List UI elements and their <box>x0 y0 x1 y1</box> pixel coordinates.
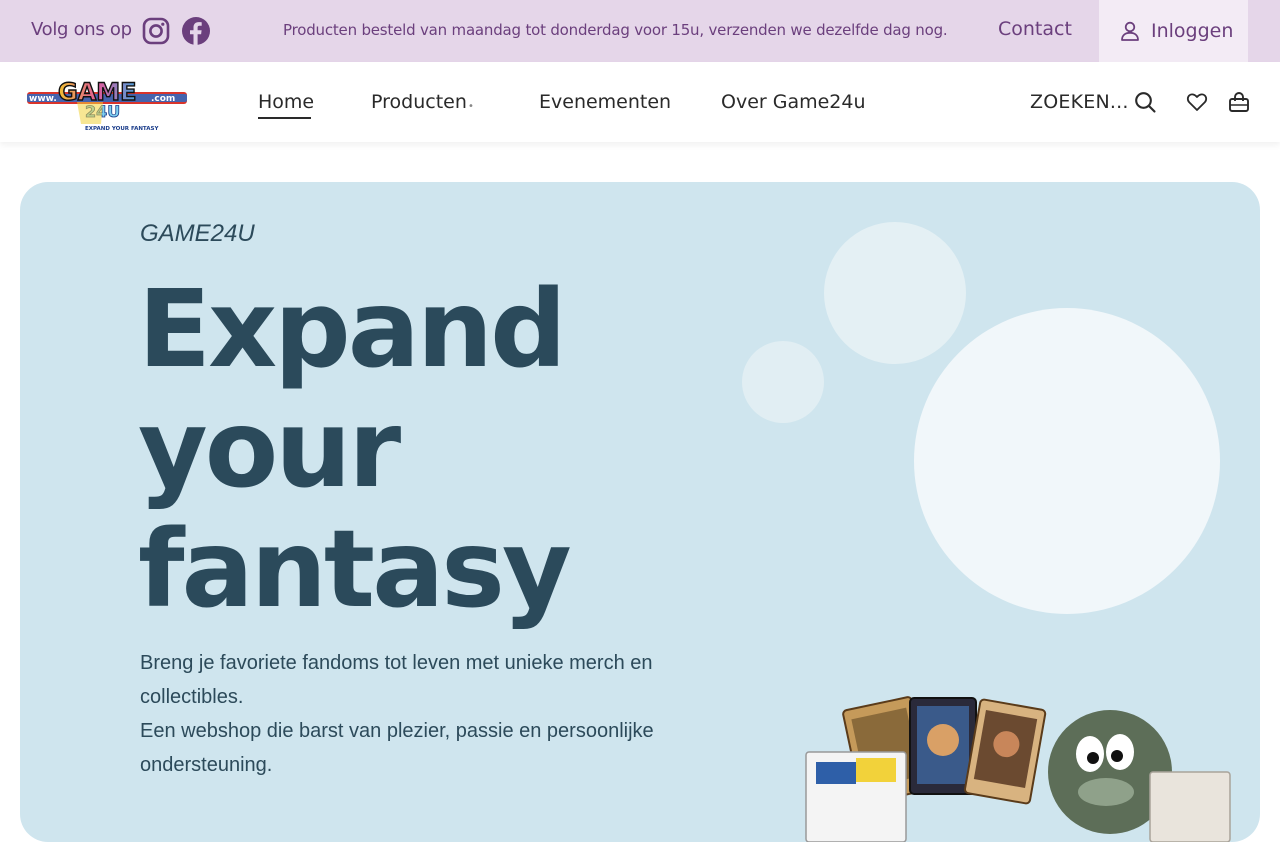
login-label: Inloggen <box>1151 20 1234 42</box>
top-bar: Volg ons op Producten besteld van maanda… <box>0 0 1280 62</box>
facebook-icon[interactable] <box>181 16 211 46</box>
product-collage-image <box>805 696 1231 842</box>
svg-text:EXPAND YOUR FANTASY: EXPAND YOUR FANTASY <box>85 126 159 132</box>
hero-description-line: Een webshop die barst van plezier, passi… <box>140 720 654 776</box>
search-trigger[interactable]: ZOEKEN... <box>1030 91 1129 113</box>
hero-headline-line: your <box>138 388 401 512</box>
hero-description-line: Breng je favoriete fandoms tot leven met… <box>140 652 653 708</box>
nav-item-home[interactable]: Home <box>258 91 314 113</box>
hero-headline-line: fantasy <box>138 508 572 632</box>
hero-kicker: GAME24U <box>140 220 255 247</box>
svg-text:.com: .com <box>151 94 175 104</box>
follow-us-label: Volg ons op <box>31 19 132 40</box>
search-icon[interactable] <box>1133 90 1157 114</box>
site-logo[interactable]: www. .com GAME 24U EXPAND YOUR FANTASY <box>25 72 190 134</box>
user-icon <box>1121 21 1139 41</box>
shipping-promo-text: Producten besteld van maandag tot donder… <box>283 21 948 39</box>
instagram-icon[interactable] <box>141 16 171 46</box>
svg-text:www.: www. <box>29 94 57 104</box>
active-nav-indicator <box>258 117 311 119</box>
hero-headline-line: Expand <box>138 268 567 392</box>
decorative-circle <box>824 222 966 364</box>
nav-item-producten[interactable]: Producten <box>371 91 467 113</box>
nav-item-over-game24u[interactable]: Over Game24u <box>721 91 866 113</box>
heart-icon[interactable] <box>1185 90 1209 114</box>
nav-item-evenementen[interactable]: Evenementen <box>539 91 671 113</box>
login-button[interactable]: Inloggen <box>1099 0 1248 62</box>
decorative-circle <box>914 308 1220 614</box>
shopping-bag-icon[interactable] <box>1227 90 1251 114</box>
main-navigation: www. .com GAME 24U EXPAND YOUR FANTASY H… <box>0 62 1280 142</box>
decorative-circle <box>742 341 824 423</box>
dropdown-indicator-icon: • <box>468 101 474 112</box>
contact-link[interactable]: Contact <box>998 18 1072 40</box>
hero-section: GAME24U Expand your fantasy Breng je fav… <box>20 182 1260 842</box>
hero-headline: Expand your fantasy <box>138 270 698 630</box>
hero-description: Breng je favoriete fandoms tot leven met… <box>140 646 710 782</box>
